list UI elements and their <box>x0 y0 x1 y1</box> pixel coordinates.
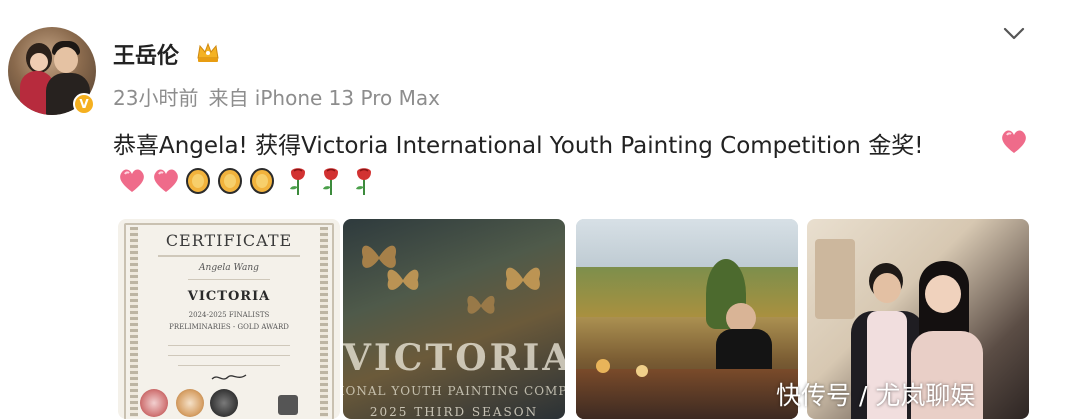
rose-emoji-icon <box>356 168 371 195</box>
verified-badge-icon: V <box>73 93 95 115</box>
emoji-row <box>116 165 386 197</box>
chevron-down-icon[interactable] <box>1001 24 1027 44</box>
certificate-title: CERTIFICATE <box>165 231 293 250</box>
watermark: 快传号 / 尤岚聊娱 <box>776 381 976 410</box>
heart-emoji-icon <box>1002 130 1026 153</box>
poster-title: VICTORIA <box>343 337 565 379</box>
clap-emoji-icon <box>218 168 242 194</box>
crown-icon <box>197 42 219 62</box>
post-time: 23小时前 <box>113 86 199 110</box>
post-text: 恭喜Angela! 获得Victoria International Youth… <box>113 133 924 159</box>
signature-icon <box>211 374 247 380</box>
seal-icon <box>176 389 204 417</box>
clap-emoji-icon <box>250 168 274 194</box>
post-meta: 23小时前 来自 iPhone 13 Pro Max <box>113 82 450 111</box>
qr-code-icon <box>278 395 298 415</box>
rose-emoji-icon <box>323 168 338 195</box>
post-source: 来自 iPhone 13 Pro Max <box>208 86 440 110</box>
certificate-line-1: 2024-2025 FINALISTS <box>188 311 270 319</box>
seal-icon <box>210 389 238 417</box>
photo-thumbnail-poster[interactable]: VICTORIA TIONAL YOUTH PAINTING COMPE 202… <box>343 219 565 419</box>
certificate-recipient: Angela Wang <box>199 263 259 273</box>
rose-emoji-icon <box>290 168 305 195</box>
username[interactable]: 王岳伦 <box>113 38 179 70</box>
butterfly-icon <box>387 269 419 290</box>
certificate-brand: VICTORIA <box>187 289 271 304</box>
butterfly-icon <box>505 267 541 290</box>
seal-icon <box>140 389 168 417</box>
photo-thumbnail-event[interactable] <box>576 219 798 419</box>
photo-thumbnail-certificate[interactable]: CERTIFICATE Angela Wang VICTORIA 2024-20… <box>118 219 340 419</box>
weibo-post-card: V 王岳伦 23小时前 来自 iPhone 13 Pro Max 恭喜Angela… <box>0 0 1065 419</box>
certificate-line-2: PRELIMINARIES - GOLD AWARD <box>169 323 289 331</box>
heart-emoji-icon <box>120 169 144 192</box>
butterfly-icon <box>467 295 495 314</box>
poster-subtitle: TIONAL YOUTH PAINTING COMPE <box>343 384 565 398</box>
poster-season: 2025 THIRD SEASON <box>369 405 539 419</box>
clap-emoji-icon <box>186 168 210 194</box>
heart-emoji-icon <box>154 169 178 192</box>
